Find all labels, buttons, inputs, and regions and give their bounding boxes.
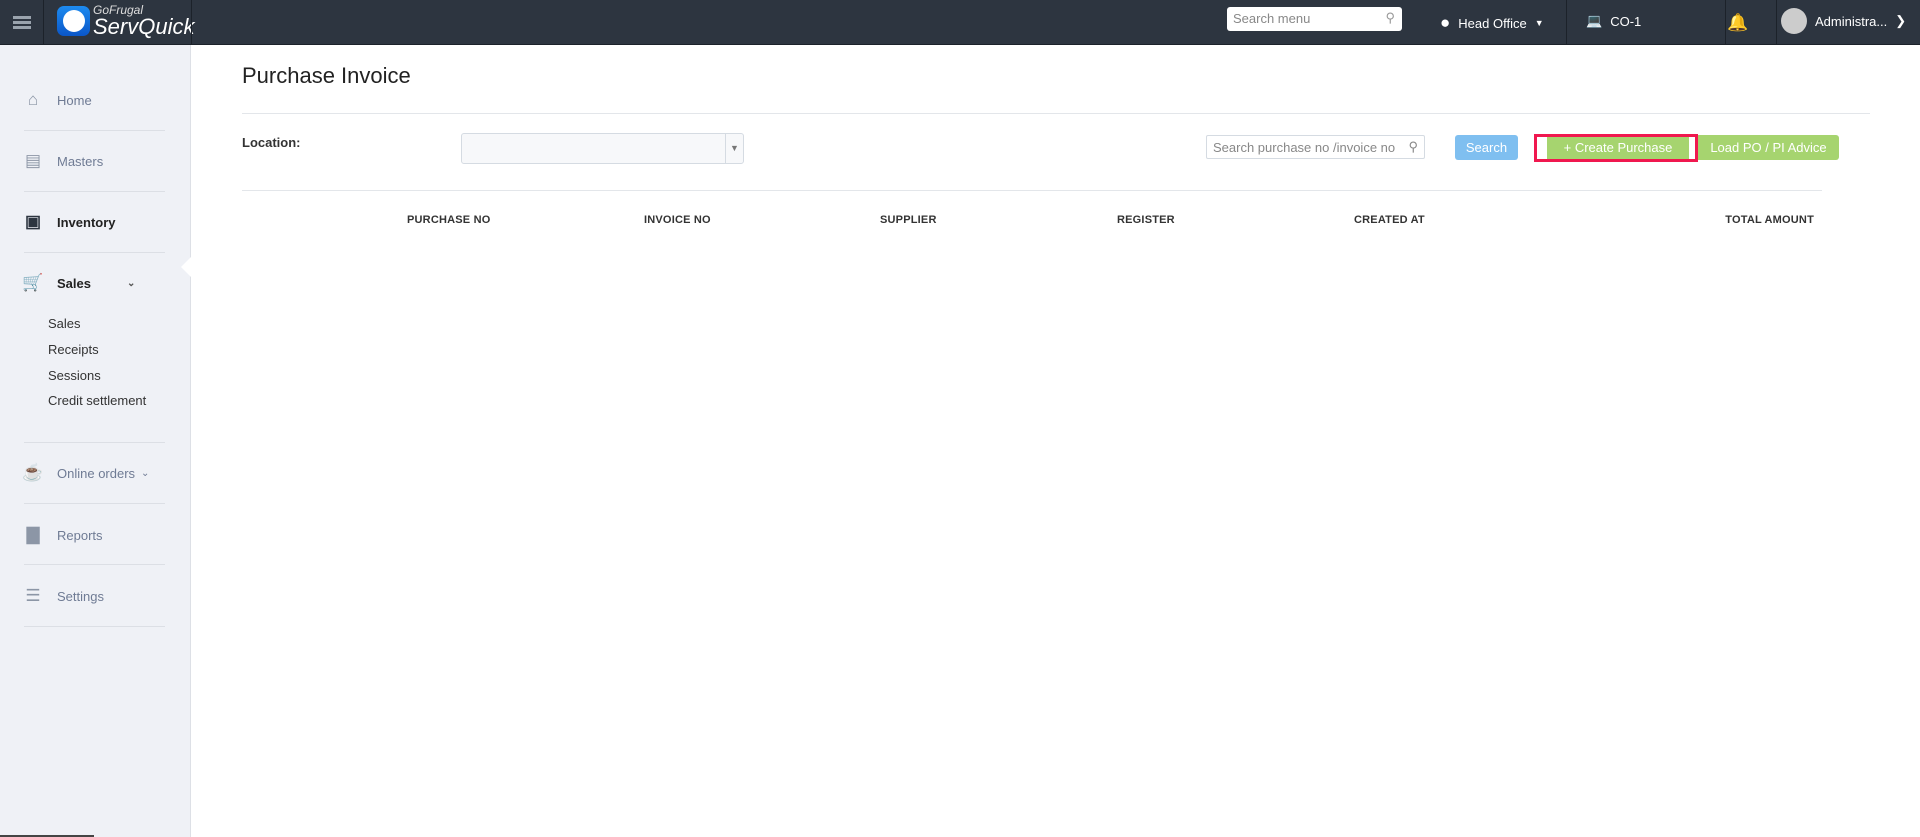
logo-product: ServQuick bbox=[93, 14, 195, 39]
sidebar-item-label: Masters bbox=[57, 153, 104, 169]
clock-logo-icon bbox=[57, 6, 90, 36]
home-icon: ⌂ bbox=[27, 90, 39, 109]
chevron-down-icon: ⌄ bbox=[127, 277, 136, 289]
hand-truck-icon: ▣ bbox=[24, 212, 42, 231]
sliders-icon: ☰ bbox=[25, 586, 41, 605]
sidebar-item-masters[interactable]: ▤ Masters bbox=[22, 151, 103, 171]
avatar bbox=[1781, 8, 1807, 34]
register-selector[interactable]: 💻 CO-1 bbox=[1586, 13, 1641, 29]
hamburger-icon bbox=[12, 14, 31, 31]
purchase-search-input[interactable]: Search purchase no /invoice no ⚲ bbox=[1206, 135, 1425, 159]
sidebar-item-reports[interactable]: ▇ Reports bbox=[22, 525, 103, 545]
col-purchase-no[interactable]: PURCHASE NO bbox=[407, 214, 491, 226]
sidebar-item-label: Settings bbox=[57, 588, 104, 604]
sidebar-item-label: Reports bbox=[57, 527, 103, 543]
map-pin-icon: ● bbox=[1440, 13, 1451, 32]
load-po-button[interactable]: Load PO / PI Advice bbox=[1698, 135, 1839, 160]
sidebar-item-label: Sales bbox=[57, 275, 91, 291]
location-label: Location: bbox=[242, 135, 301, 150]
logo[interactable]: GoFrugal ServQuick bbox=[57, 4, 194, 38]
cart-icon: 🛒 bbox=[22, 273, 44, 292]
sidebar-sub-sales[interactable]: Sales bbox=[48, 316, 81, 331]
search-button[interactable]: Search bbox=[1455, 135, 1518, 160]
divider bbox=[242, 190, 1822, 191]
search-placeholder: Search purchase no /invoice no bbox=[1213, 140, 1396, 155]
search-menu-placeholder: Search menu bbox=[1233, 11, 1311, 26]
col-register[interactable]: REGISTER bbox=[1117, 214, 1175, 226]
sidebar-item-label: Home bbox=[57, 92, 92, 108]
masters-icon: ▤ bbox=[24, 151, 42, 170]
sidebar-item-online-orders[interactable]: ☕ Online orders ⌄ bbox=[22, 463, 149, 483]
sidebar-item-sales[interactable]: 🛒 Sales ⌄ bbox=[22, 273, 135, 293]
active-indicator bbox=[181, 256, 192, 278]
location-dropdown[interactable]: ● Head Office ▼ bbox=[1440, 13, 1544, 33]
user-name: Administra... bbox=[1815, 13, 1888, 29]
chevron-down-icon: ⌄ bbox=[141, 467, 150, 479]
register-label: CO-1 bbox=[1610, 13, 1642, 29]
top-bar: GoFrugal ServQuick Search menu ⚲ ● Head Off… bbox=[0, 0, 1920, 45]
col-total-amount[interactable]: TOTAL AMOUNT bbox=[1725, 214, 1814, 226]
sidebar-sub-receipts[interactable]: Receipts bbox=[48, 342, 99, 357]
sidebar-item-inventory[interactable]: ▣ Inventory bbox=[22, 212, 116, 232]
search-icon: ⚲ bbox=[1385, 10, 1395, 25]
divider bbox=[242, 113, 1870, 114]
sidebar: ⌂ Home ▤ Masters ▣ Inventory 🛒 Sales ⌄ Sales … bbox=[0, 45, 192, 837]
computer-icon: 💻 bbox=[1586, 13, 1603, 28]
sidebar-item-settings[interactable]: ☰ Settings bbox=[22, 586, 104, 606]
location-select[interactable]: ▼ bbox=[461, 133, 744, 164]
caret-down-icon: ▼ bbox=[725, 134, 743, 163]
bar-chart-icon: ▇ bbox=[26, 525, 40, 544]
col-created-at[interactable]: CREATED AT bbox=[1354, 214, 1425, 226]
chevron-down-icon: ❯ bbox=[1895, 13, 1907, 28]
menu-toggle-button[interactable] bbox=[0, 0, 44, 44]
notifications-button[interactable]: 🔔 bbox=[1727, 13, 1749, 33]
sidebar-item-label: Inventory bbox=[57, 214, 116, 230]
create-purchase-button[interactable]: + Create Purchase bbox=[1534, 134, 1698, 162]
bell-icon: 🔔 bbox=[1727, 13, 1749, 32]
location-label: Head Office bbox=[1458, 15, 1527, 31]
col-invoice-no[interactable]: INVOICE NO bbox=[644, 214, 711, 226]
create-purchase-label: + Create Purchase bbox=[1547, 137, 1689, 159]
sidebar-sub-credit-settlement[interactable]: Credit settlement bbox=[48, 393, 146, 408]
sidebar-item-home[interactable]: ⌂ Home bbox=[22, 90, 92, 110]
search-menu-input[interactable]: Search menu ⚲ bbox=[1227, 7, 1402, 31]
user-menu[interactable]: Administra... ❯ bbox=[1781, 8, 1906, 34]
search-icon: ⚲ bbox=[1408, 139, 1418, 154]
sidebar-item-label: Online orders bbox=[57, 465, 136, 481]
page-title: Purchase Invoice bbox=[242, 63, 411, 88]
food-icon: ☕ bbox=[22, 463, 44, 482]
caret-down-icon: ▼ bbox=[1534, 18, 1544, 28]
col-supplier[interactable]: SUPPLIER bbox=[880, 214, 937, 226]
sidebar-sub-sessions[interactable]: Sessions bbox=[48, 368, 101, 383]
